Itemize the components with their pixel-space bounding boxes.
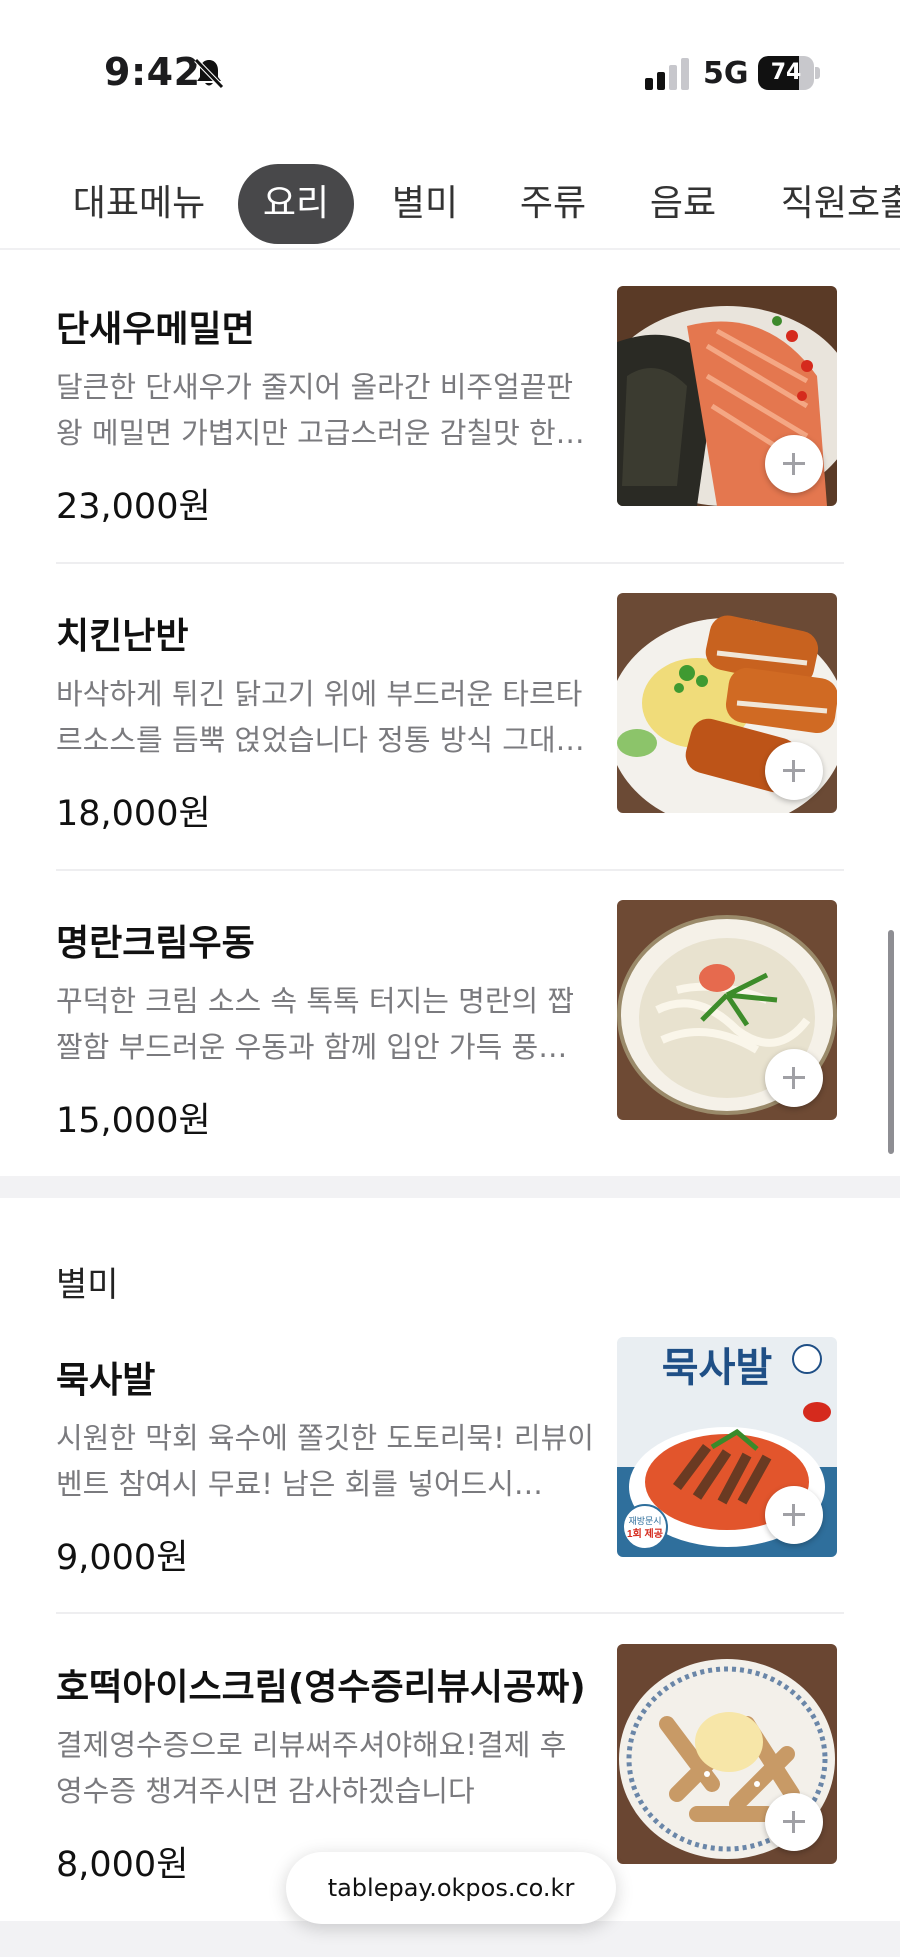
cellular-signal-icon: [645, 58, 689, 90]
divider: [56, 562, 844, 564]
item-price: 23,000원: [56, 487, 211, 527]
divider: [56, 1612, 844, 1614]
item-description: 달큰한 단새우가 줄지어 올라간 비주얼끝판왕 메밀면 가볍지만 고급스러운 감…: [56, 370, 585, 450]
item-description: 결제영수증으로 리뷰써주셔야해요!결제 후 영수증 챙겨주시면 감사하겠습니다: [56, 1728, 567, 1808]
menu-item[interactable]: 명란크림우동 꾸덕한 크림 소스 속 톡톡 터지는 명란의 짭짤함 부드러운 우…: [0, 900, 900, 1220]
bell-muted-icon: [194, 58, 224, 89]
item-name: 단새우메밀면: [56, 309, 255, 350]
battery-icon: 74: [758, 56, 820, 90]
item-price: 18,000원: [56, 794, 211, 834]
add-to-cart-button[interactable]: [765, 742, 823, 800]
item-price: 8,000원: [56, 1845, 189, 1885]
add-to-cart-button[interactable]: [765, 1793, 823, 1851]
tab-dishes[interactable]: 요리: [238, 164, 354, 244]
tab-beverages[interactable]: 음료: [628, 164, 738, 244]
item-price: 9,000원: [56, 1538, 189, 1578]
network-type: 5G: [703, 56, 749, 91]
item-price: 15,000원: [56, 1101, 211, 1141]
status-bar: 9:42 5G 74: [0, 0, 900, 150]
add-to-cart-button[interactable]: [765, 1049, 823, 1107]
poster-badge-line2: 1회 제공: [627, 1527, 663, 1540]
item-name: 호떡아이스크림(영수증리뷰시공짜): [56, 1667, 586, 1708]
status-time: 9:42: [104, 50, 201, 94]
tab-alcohol[interactable]: 주류: [498, 164, 608, 244]
poster-badge-line1: 재방문시: [628, 1516, 661, 1526]
add-to-cart-button[interactable]: [765, 1486, 823, 1544]
menu-item[interactable]: 치킨난반 바삭하게 튀긴 닭고기 위에 부드러운 타르타르소스를 듬뿍 얹었습니…: [0, 593, 900, 913]
section-separator: [0, 1921, 900, 1957]
tab-specialties[interactable]: 별미: [370, 164, 480, 244]
poster-title: 묵사발: [662, 1346, 773, 1390]
divider: [56, 869, 844, 871]
item-name: 치킨난반: [56, 616, 189, 657]
category-tabs: 대표메뉴 요리 별미 주류 음료 직원호출: [0, 160, 900, 250]
item-description: 꾸덕한 크림 소스 속 톡톡 터지는 명란의 짭짤함 부드러운 우동과 함께 입…: [56, 984, 575, 1064]
section-separator: [0, 1176, 900, 1198]
item-description: 바삭하게 튀긴 닭고기 위에 부드러운 타르타르소스를 듬뿍 얹었습니다 정통 …: [56, 677, 585, 757]
section-title: 별미: [56, 1265, 119, 1305]
item-description: 시원한 막회 육수에 쫄깃한 도토리묵! 리뷰이벤트 참여시 무료! 남은 회를…: [56, 1421, 594, 1501]
add-to-cart-button[interactable]: [765, 435, 823, 493]
item-name: 명란크림우동: [56, 923, 255, 964]
tab-staff-call[interactable]: 직원호출: [762, 164, 900, 244]
url-bar[interactable]: tablepay.okpos.co.kr: [286, 1852, 616, 1924]
item-name: 묵사발: [56, 1360, 156, 1401]
tab-representative-menu[interactable]: 대표메뉴: [54, 164, 224, 244]
menu-item[interactable]: 단새우메밀면 달큰한 단새우가 줄지어 올라간 비주얼끝판왕 메밀면 가볍지만 …: [0, 286, 900, 606]
battery-level: 74: [770, 60, 802, 85]
scrollbar[interactable]: [888, 930, 894, 1154]
